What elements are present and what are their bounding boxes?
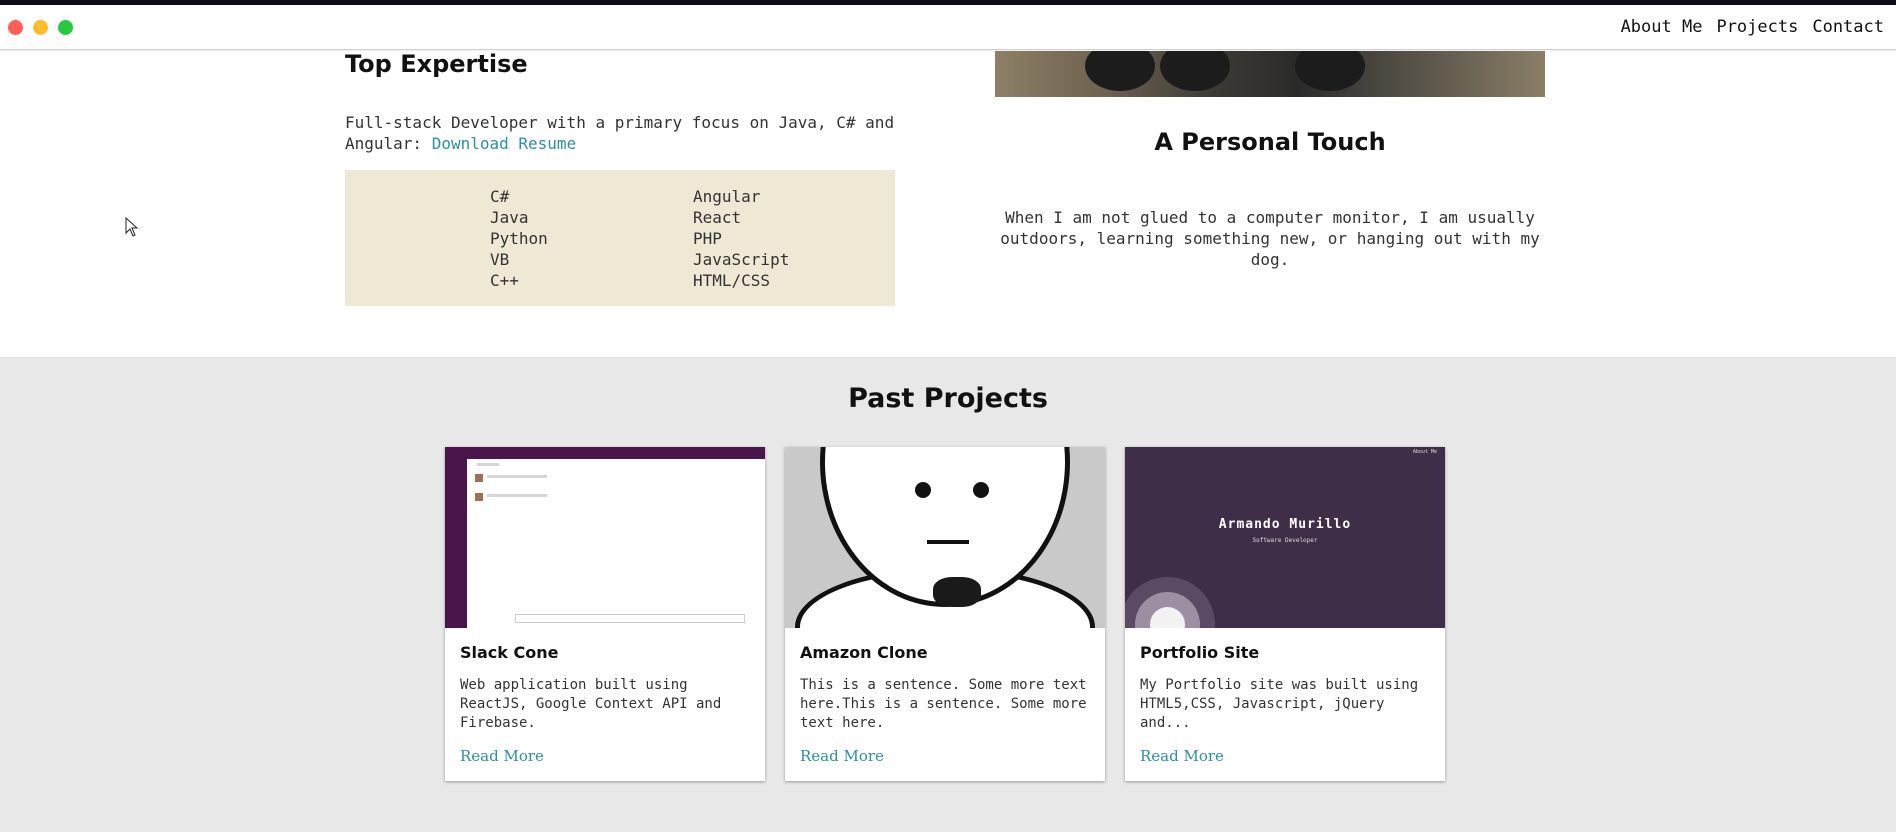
skill-item: JavaScript [693,250,790,269]
thumb-role: Software Developer [1252,537,1318,544]
skills-box: C# Java Python VB C++ Angular React PHP … [345,170,895,306]
skill-item: Angular [693,187,761,206]
project-card-title: Amazon Clone [800,643,928,662]
project-card-portfolio[interactable]: About Me Armando Murillo Software Develo… [1125,447,1445,781]
thumb-detail [973,482,989,498]
project-card-description: Web application built using ReactJS, Goo… [460,677,722,731]
thumb-detail [475,474,483,482]
thumb-detail [915,482,931,498]
skill-item: PHP [693,229,722,248]
nav-link-projects[interactable]: Projects [1716,17,1798,37]
thumb-detail [477,463,499,466]
mouse-cursor-icon [125,217,139,237]
thumb-detail [445,459,467,628]
project-card-slack[interactable]: Slack Cone Web application built using R… [445,447,765,781]
project-card-title: Portfolio Site [1140,643,1260,662]
thumb-detail [445,447,765,459]
projects-section: Past Projects Slack Cone Web application… [0,357,1896,832]
thumb-detail [487,494,547,497]
thumb-detail [927,540,969,544]
thumb-detail [933,577,981,607]
navbar: About Me Projects Contact [0,5,1896,50]
project-card-description: My Portfolio site was built using HTML5,… [1140,677,1419,731]
skill-item: HTML/CSS [693,271,771,290]
read-more-link[interactable]: Read More [1140,747,1224,765]
download-resume-link[interactable]: Download Resume [432,134,577,153]
thumb-detail [487,475,547,478]
maximize-window-button[interactable] [58,20,73,35]
skills-list-frameworks: Angular React PHP JavaScript HTML/CSS [693,186,789,291]
thumb-nav: About Me [1412,449,1437,455]
read-more-link[interactable]: Read More [460,747,544,765]
thumb-detail [475,493,483,501]
skill-item: Java [490,208,529,227]
skill-item: Python [490,229,548,248]
skill-item: VB [490,250,510,269]
close-window-button[interactable] [8,20,23,35]
personal-photo [995,51,1545,97]
project-thumbnail-portfolio: About Me Armando Murillo Software Develo… [1125,447,1445,628]
project-card-amazon[interactable]: Amazon Clone This is a sentence. Some mo… [785,447,1105,781]
photo-detail [1160,51,1230,91]
projects-title: Past Projects [848,383,1048,414]
thumb-name: Armando Murillo [1218,517,1352,532]
nav-links: About Me Projects Contact [1621,17,1884,37]
project-thumbnail-slack [445,447,765,628]
read-more-link[interactable]: Read More [800,747,884,765]
project-card-title: Slack Cone [460,643,559,662]
skills-list-languages: C# Java Python VB C++ [490,186,548,291]
nav-link-contact[interactable]: Contact [1812,17,1884,37]
expertise-description: Full-stack Developer with a primary focu… [345,112,905,154]
project-thumbnail-amazon [785,447,1105,628]
project-card-description: This is a sentence. Some more text here.… [800,677,1087,731]
thumb-detail [515,614,745,623]
skill-item: React [693,208,742,227]
expertise-description-text: Full-stack Developer with a primary focu… [345,113,895,153]
expertise-title: Top Expertise [345,50,528,78]
nav-link-about-me[interactable]: About Me [1621,17,1703,37]
personal-touch-title: A Personal Touch [1154,128,1386,156]
minimize-window-button[interactable] [33,20,48,35]
photo-detail [1295,51,1365,91]
personal-touch-text: When I am not glued to a computer monito… [1000,208,1540,269]
skill-item: C++ [490,271,519,290]
photo-detail [1085,51,1155,91]
skill-item: C# [490,187,510,206]
